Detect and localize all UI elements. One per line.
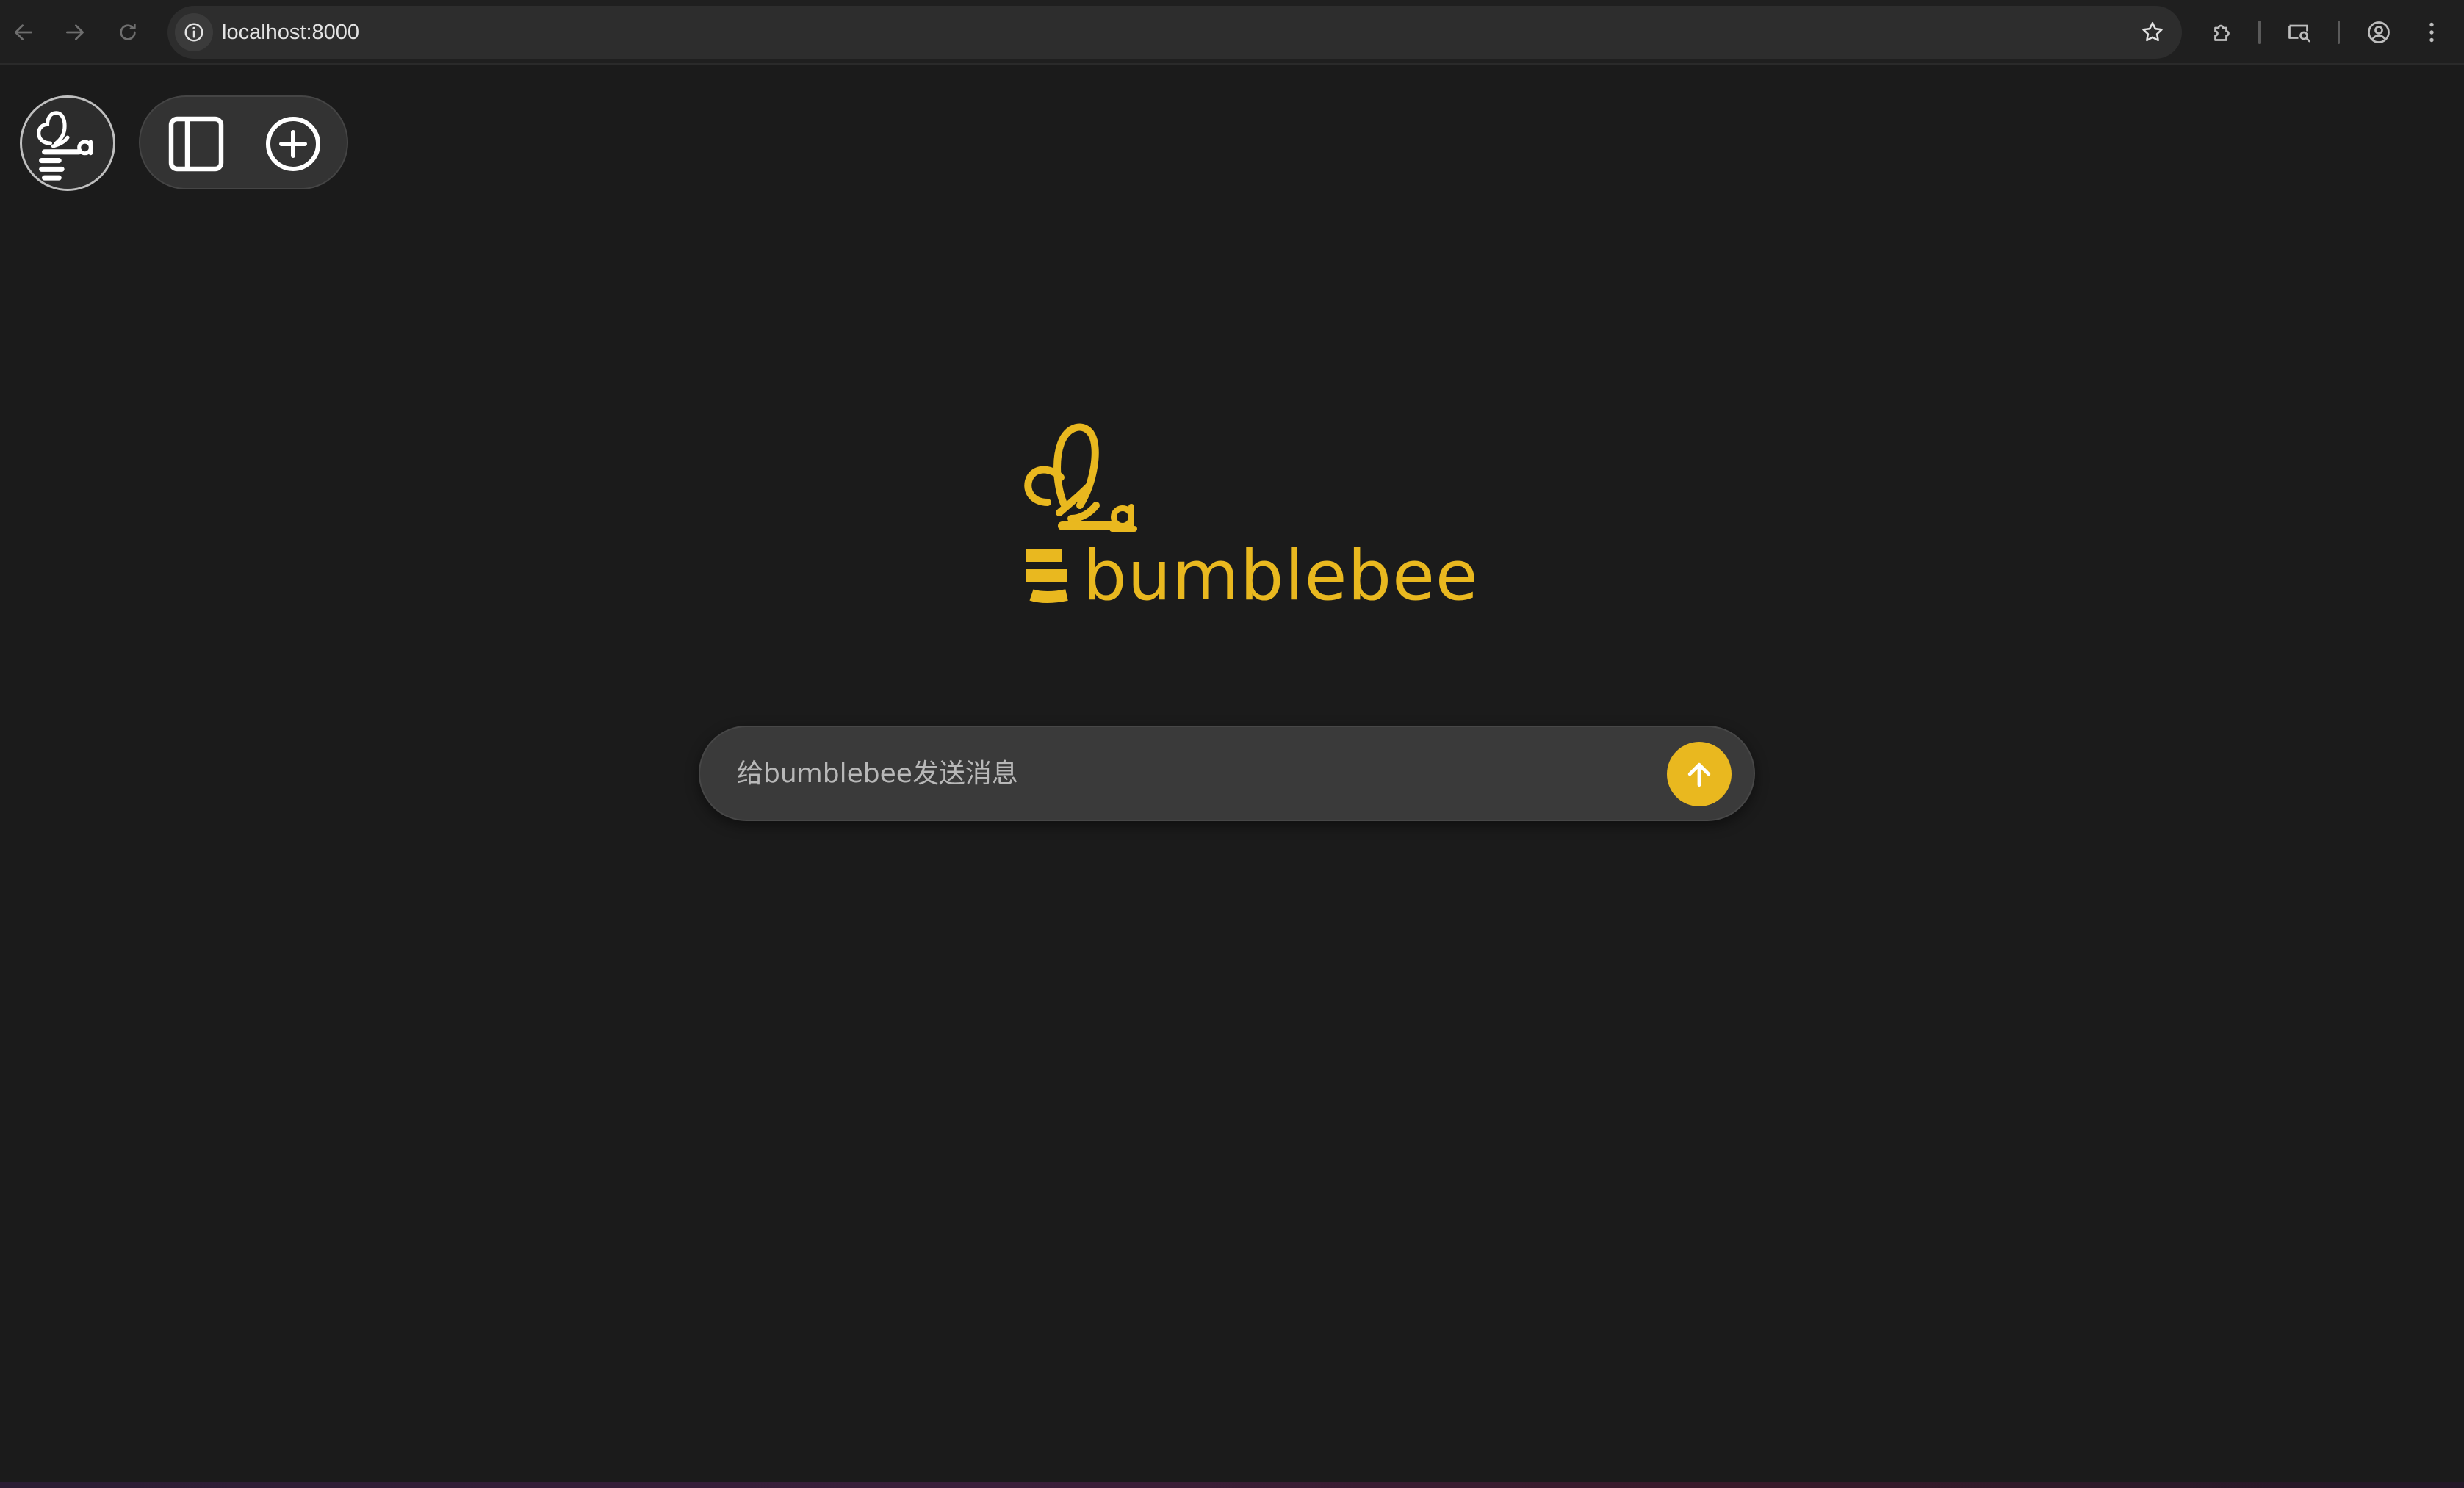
sidebar-actions xyxy=(139,95,348,189)
url-text[interactable]: localhost:8000 xyxy=(222,6,359,59)
star-icon xyxy=(2142,21,2163,42)
window-bottom-edge xyxy=(0,1482,2464,1488)
brand-wordmark: bumblebee xyxy=(1083,536,1479,616)
extensions-button[interactable] xyxy=(2204,13,2242,51)
reload-icon xyxy=(120,24,136,40)
bee-logo-icon xyxy=(37,111,93,181)
puzzle-icon xyxy=(2214,24,2230,41)
profile-button[interactable] xyxy=(2360,13,2398,51)
cast-button[interactable] xyxy=(2280,13,2319,51)
cast-search-icon xyxy=(2288,24,2310,43)
info-icon xyxy=(184,23,203,42)
address-bar[interactable]: localhost:8000 xyxy=(167,6,2182,59)
message-input[interactable] xyxy=(735,727,1617,820)
back-button[interactable] xyxy=(7,16,40,48)
toggle-sidebar-button[interactable] xyxy=(167,115,226,173)
send-button[interactable] xyxy=(1667,742,1732,806)
forward-button[interactable] xyxy=(59,16,91,48)
browser-toolbar: localhost:8000 xyxy=(0,0,2464,65)
arrow-up-icon xyxy=(1687,762,1711,787)
browser-menu-button[interactable] xyxy=(2413,13,2451,51)
sidebar-toggle-icon xyxy=(168,116,224,172)
bookmark-button[interactable] xyxy=(2136,16,2169,48)
site-info-button[interactable] xyxy=(175,13,213,51)
arrow-right-icon xyxy=(66,24,84,40)
reload-button[interactable] xyxy=(112,16,144,48)
toolbar-divider xyxy=(2338,21,2340,44)
profile-icon xyxy=(2368,21,2390,43)
arrow-left-icon xyxy=(15,24,32,40)
app-avatar[interactable] xyxy=(20,95,115,191)
plus-circle-icon xyxy=(266,117,320,171)
new-chat-button[interactable] xyxy=(264,115,323,173)
toolbar-divider xyxy=(2258,21,2261,44)
kebab-menu-icon xyxy=(2429,22,2434,43)
brand-logo: bumblebee xyxy=(1018,416,1478,611)
message-composer xyxy=(699,726,1755,821)
